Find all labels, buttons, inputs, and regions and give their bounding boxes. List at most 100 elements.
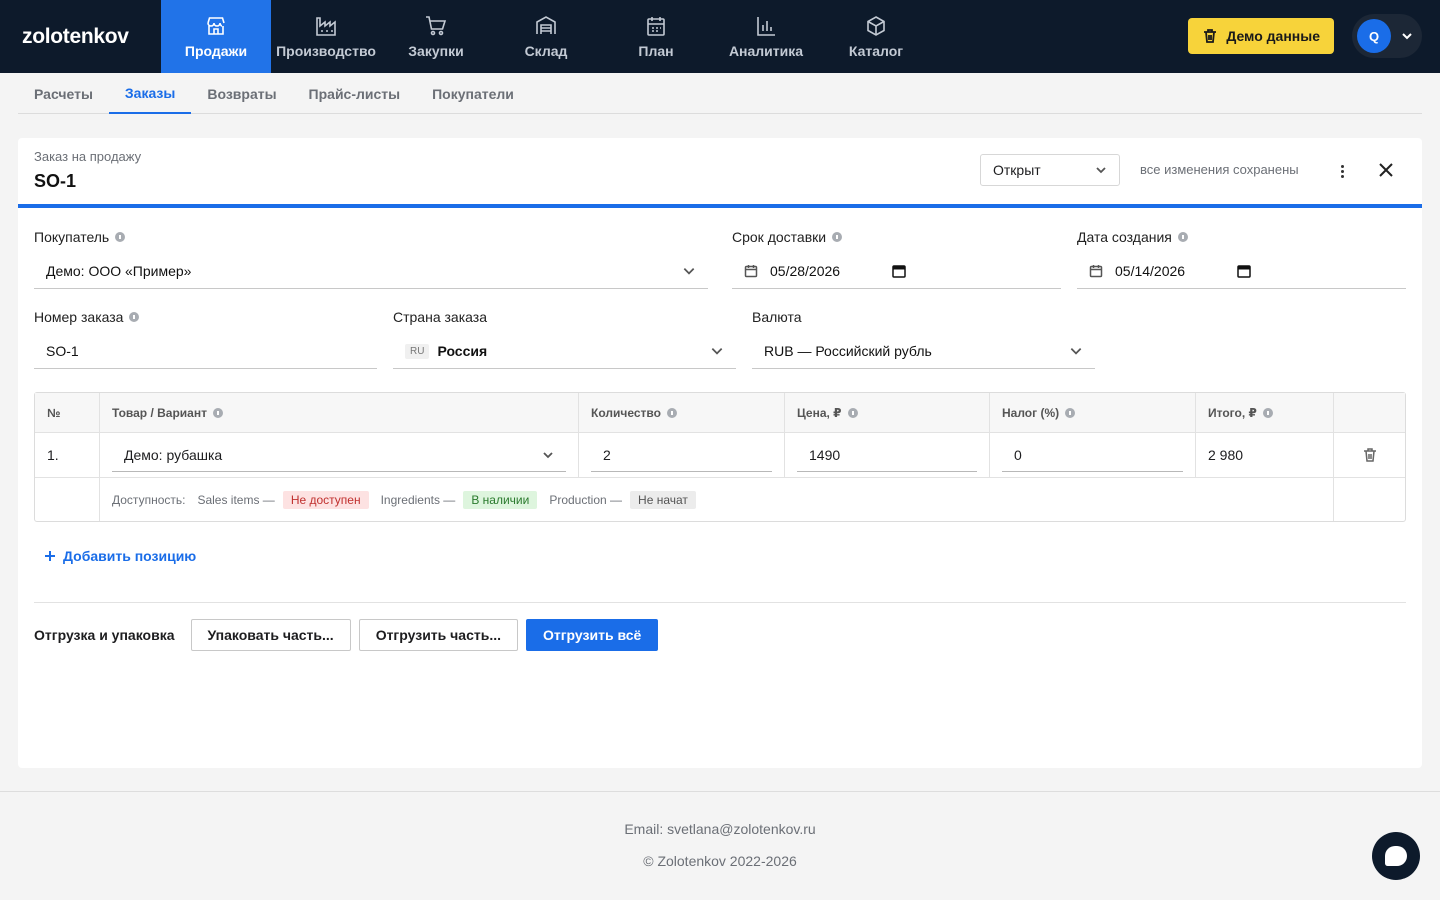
warehouse-icon: [536, 16, 556, 34]
order-number-field: Номер заказа SO-1: [34, 308, 377, 369]
ship-all-button[interactable]: Отгрузить всё: [525, 619, 659, 651]
chart-icon: [757, 17, 775, 36]
tab-orders[interactable]: Заказы: [108, 73, 192, 114]
date-picker-icon[interactable]: [1237, 264, 1251, 278]
footer-copyright: © Zolotenkov 2022-2026: [643, 853, 797, 869]
close-icon[interactable]: [1376, 160, 1396, 180]
table-row: 1. Демо: рубашка 2 1490 0 2 980: [35, 433, 1405, 478]
plus-icon: [45, 551, 55, 561]
user-menu[interactable]: Q: [1352, 14, 1422, 58]
nav-catalog[interactable]: Каталог: [821, 0, 931, 73]
nav-label: План: [638, 43, 674, 59]
nav-label: Продажи: [184, 43, 248, 59]
product-value: Демо: рубашка: [124, 446, 223, 463]
col-num: №: [35, 393, 100, 432]
delivery-label: Срок доставки: [732, 228, 1061, 246]
status-badge: В наличии: [463, 490, 538, 509]
nav-label: Аналитика: [728, 43, 804, 59]
add-line-label: Добавить позицию: [63, 548, 197, 564]
currency-select[interactable]: RUB — Российский рубль: [752, 334, 1095, 369]
country-select[interactable]: RU Россия: [393, 334, 736, 369]
availability-row: Доступность: Sales items — Не доступен I…: [35, 478, 1405, 521]
order-number-input[interactable]: SO-1: [34, 334, 377, 369]
created-label: Дата создания: [1077, 228, 1406, 246]
info-icon: [1262, 407, 1273, 418]
chevron-down-icon: [683, 268, 695, 275]
status-select[interactable]: Открыт: [980, 154, 1120, 186]
customer-select[interactable]: Демо: ООО «Пример»: [34, 254, 708, 289]
status-badge: Не начат: [630, 490, 696, 509]
availability-item-name: Sales items —: [197, 492, 275, 507]
price-cell: 1490: [785, 433, 990, 477]
footer-email[interactable]: Email: svetlana@zolotenkov.ru: [0, 821, 1440, 837]
col-qty: Количество: [579, 393, 785, 432]
brand-logo[interactable]: zolotenkov: [0, 0, 161, 73]
price-input[interactable]: 1490: [797, 438, 977, 472]
currency-value: RUB — Российский рубль: [764, 343, 932, 359]
chat-icon[interactable]: [1372, 832, 1420, 880]
tab-settlements[interactable]: Расчеты: [18, 73, 109, 114]
tab-returns[interactable]: Возвраты: [191, 73, 292, 114]
demo-data-button[interactable]: Демо данные: [1188, 18, 1334, 54]
order-lines-table: № Товар / Вариант Количество Цена, ₽ Нал…: [34, 392, 1406, 522]
sales-order-card: Заказ на продажу SO-1 Открыт все изменен…: [18, 138, 1422, 768]
add-line-button[interactable]: Добавить позицию: [44, 548, 196, 564]
availability-label: Доступность:: [112, 492, 186, 507]
col-tax: Налог (%): [990, 393, 1196, 432]
nav-warehouse[interactable]: Склад: [491, 0, 601, 73]
col-actions: [1334, 393, 1405, 432]
availability-item-name: Ingredients —: [380, 492, 456, 507]
currency-field: Валюта RUB — Российский рубль: [752, 308, 1095, 369]
delete-row-button[interactable]: [1334, 433, 1405, 477]
chevron-down-icon: [1402, 33, 1412, 40]
country-label: Страна заказа: [393, 309, 487, 325]
shipping-actions: Отгрузка и упаковка Упаковать часть... О…: [34, 619, 659, 651]
country-value: Россия: [437, 343, 488, 359]
tab-customers[interactable]: Покупатели: [416, 73, 530, 114]
status-badge: Не доступен: [282, 490, 369, 509]
created-date-input[interactable]: 05/14/2026: [1077, 254, 1406, 289]
order-kind: Заказ на продажу: [34, 149, 142, 164]
nav-purchases[interactable]: Закупки: [381, 0, 491, 73]
calendar-icon: [647, 17, 665, 36]
top-navbar: zolotenkov Продажи Производство Закупки …: [0, 0, 1440, 73]
chevron-down-icon: [543, 451, 553, 458]
more-menu-icon[interactable]: [1332, 160, 1352, 182]
delivery-date-input[interactable]: 05/28/2026: [732, 254, 1061, 289]
nav-label: Закупки: [408, 43, 464, 59]
avail-spacer: [1334, 478, 1405, 521]
avatar: Q: [1357, 19, 1391, 53]
tax-input[interactable]: 0: [1002, 438, 1183, 472]
product-select[interactable]: Демо: рубашка: [112, 438, 566, 472]
info-icon: [1065, 407, 1076, 418]
page-title: SO-1: [34, 171, 77, 191]
avail-spacer: [35, 478, 100, 521]
col-product: Товар / Вариант: [100, 393, 579, 432]
nav-production[interactable]: Производство: [271, 0, 381, 73]
pack-partial-button[interactable]: Упаковать часть...: [190, 619, 351, 651]
delivery-field: Срок доставки 05/28/2026: [732, 228, 1061, 289]
ship-partial-button[interactable]: Отгрузить часть...: [358, 619, 518, 651]
nav-analytics[interactable]: Аналитика: [711, 0, 821, 73]
customer-field: Покупатель Демо: ООО «Пример»: [34, 228, 708, 289]
info-icon: [666, 407, 677, 418]
calendar-icon: [1089, 265, 1103, 278]
col-total: Итого, ₽: [1196, 393, 1334, 432]
calendar-icon: [744, 265, 758, 278]
country-field: Страна заказа RU Россия: [393, 308, 736, 369]
info-icon: [212, 407, 223, 418]
info-icon: [129, 312, 140, 322]
nav-sales[interactable]: Продажи: [161, 0, 271, 73]
shipping-label: Отгрузка и упаковка: [34, 627, 175, 643]
created-field: Дата создания 05/14/2026: [1077, 228, 1406, 289]
tab-price-lists[interactable]: Прайс-листы: [293, 73, 417, 114]
tax-cell: 0: [990, 433, 1196, 477]
sales-subtabs: Расчеты Заказы Возвраты Прайс-листы Поку…: [18, 73, 1422, 114]
chevron-down-icon: [1070, 348, 1082, 355]
nav-plan[interactable]: План: [601, 0, 711, 73]
qty-input[interactable]: 2: [591, 438, 772, 472]
date-picker-icon[interactable]: [892, 264, 906, 278]
availability-cell: Доступность: Sales items — Не доступен I…: [100, 478, 1334, 521]
demo-data-label: Демо данные: [1226, 28, 1320, 44]
order-number-label: Номер заказа: [34, 308, 377, 326]
